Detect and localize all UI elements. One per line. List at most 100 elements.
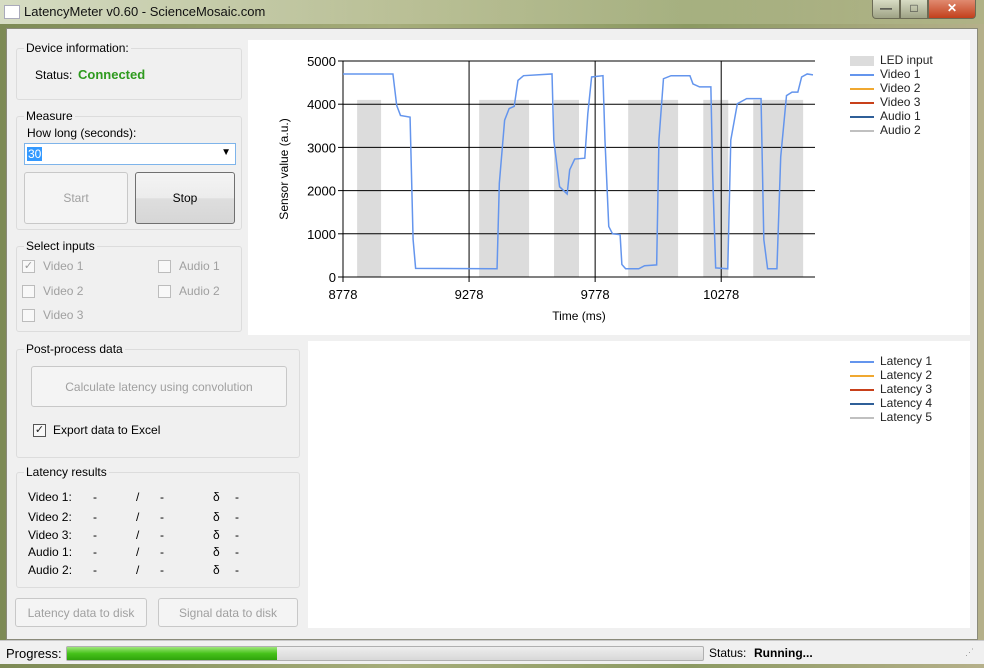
input-checkbox[interactable]	[22, 309, 35, 322]
progress-bar	[66, 646, 704, 661]
run-status-label: Status:	[709, 646, 747, 660]
input-checkbox-label: Audio 2	[179, 284, 220, 298]
result-value: -	[93, 510, 97, 524]
legend-swatch	[850, 360, 874, 363]
legend-swatch	[850, 115, 874, 118]
x-tick-label: 9778	[581, 287, 610, 302]
measure-label: Measure	[24, 109, 75, 123]
legend-swatch	[850, 101, 874, 104]
result-name: Video 2:	[28, 510, 72, 524]
export-excel-checkbox[interactable]: ✓	[33, 424, 46, 437]
result-value: -	[93, 563, 97, 577]
stop-button[interactable]: Stop	[135, 172, 235, 224]
latency-legend-item: Latency 5	[850, 410, 932, 424]
input-checkbox-label: Video 1	[43, 259, 84, 273]
status-label: Status:	[35, 68, 73, 82]
input-checkbox[interactable]	[22, 285, 35, 298]
legend-item: Video 1	[850, 67, 933, 81]
result-name: Video 3:	[28, 528, 72, 542]
legend-label: Video 1	[880, 67, 921, 81]
result-value-2: -	[160, 490, 164, 504]
legend-swatch	[850, 129, 874, 132]
legend-swatch	[850, 402, 874, 405]
led-input-bar	[628, 99, 679, 277]
result-delta-value: -	[235, 563, 239, 577]
result-delta-value: -	[235, 545, 239, 559]
result-slash: /	[136, 510, 140, 524]
latency-legend-item: Latency 1	[850, 354, 932, 368]
result-value: -	[93, 528, 97, 542]
duration-value: 30	[27, 147, 43, 161]
result-delta-value: -	[235, 510, 239, 524]
legend-label: Latency 2	[880, 368, 933, 382]
input-checkbox[interactable]	[158, 285, 171, 298]
led-input-bar	[357, 99, 382, 277]
y-tick-label: 4000	[307, 97, 336, 112]
result-delta-value: -	[235, 490, 239, 504]
result-value-2: -	[160, 563, 164, 577]
device-info-label: Device information:	[24, 41, 131, 55]
close-button[interactable]: ✕	[928, 0, 976, 19]
y-tick-label: 3000	[307, 140, 336, 155]
title-bar: LatencyMeter v0.60 - ScienceMosaic.com —…	[0, 0, 984, 24]
legend-label: Video 2	[880, 81, 921, 95]
window-title: LatencyMeter v0.60 - ScienceMosaic.com	[24, 4, 266, 19]
postprocess-label: Post-process data	[24, 342, 125, 356]
legend-swatch	[850, 416, 874, 419]
resize-grip[interactable]: ⋰	[965, 647, 974, 658]
result-delta: δ	[213, 545, 220, 559]
latency-legend-item: Latency 2	[850, 368, 932, 382]
latency-to-disk-button[interactable]: Latency data to disk	[15, 598, 147, 627]
maximize-button[interactable]: □	[900, 0, 928, 19]
signal-to-disk-button[interactable]: Signal data to disk	[158, 598, 298, 627]
progress-label: Progress:	[6, 646, 62, 661]
legend-swatch	[850, 73, 874, 76]
legend-item: Audio 2	[850, 123, 933, 137]
x-tick-label: 9278	[455, 287, 484, 302]
duration-combobox[interactable]: 30 ▼	[24, 143, 236, 165]
latency-legend-item: Latency 3	[850, 382, 932, 396]
legend-swatch	[850, 87, 874, 90]
start-button[interactable]: Start	[24, 172, 128, 224]
result-delta: δ	[213, 510, 220, 524]
legend-item: Video 3	[850, 95, 933, 109]
connection-status: Connected	[78, 67, 146, 82]
result-value: -	[93, 545, 97, 559]
status-bar: Progress: Status: Running... ⋰	[0, 640, 984, 664]
legend-item: LED input	[850, 53, 933, 67]
x-tick-label: 8778	[329, 287, 358, 302]
select-inputs-label: Select inputs	[24, 239, 97, 253]
result-name: Audio 1:	[28, 545, 73, 559]
result-value-2: -	[160, 528, 164, 542]
legend-label: Latency 3	[880, 382, 933, 396]
legend-swatch	[850, 388, 874, 391]
y-axis-label: Sensor value (a.u.)	[277, 118, 291, 219]
legend-label: Latency 5	[880, 410, 933, 424]
progress-fill	[67, 647, 277, 660]
calculate-latency-button[interactable]: Calculate latency using convolution	[31, 366, 287, 407]
y-tick-label: 5000	[307, 54, 336, 69]
result-delta: δ	[213, 490, 220, 504]
input-checkbox-label: Video 3	[43, 308, 84, 322]
duration-label: How long (seconds):	[27, 126, 137, 140]
minimize-button[interactable]: —	[872, 0, 900, 19]
legend-item: Video 2	[850, 81, 933, 95]
y-tick-label: 2000	[307, 184, 336, 199]
input-checkbox-label: Audio 1	[179, 259, 220, 273]
legend-label: LED input	[880, 53, 933, 67]
legend-label: Latency 1	[880, 354, 933, 368]
chevron-down-icon[interactable]: ▼	[221, 147, 231, 158]
x-tick-label: 10278	[703, 287, 739, 302]
led-input-bar	[554, 99, 579, 277]
app-icon	[4, 5, 20, 19]
result-value-2: -	[160, 510, 164, 524]
result-slash: /	[136, 563, 140, 577]
export-excel-label: Export data to Excel	[53, 423, 161, 437]
input-checkbox[interactable]: ✓	[22, 260, 35, 273]
input-checkbox-label: Video 2	[43, 284, 84, 298]
result-delta-value: -	[235, 528, 239, 542]
result-name: Audio 2:	[28, 563, 73, 577]
result-value-2: -	[160, 545, 164, 559]
input-checkbox[interactable]	[158, 260, 171, 273]
signal-chart-panel: 0 1000 2000 3000 4000 5000 8778 9278 9778 10278 Ti…	[248, 40, 970, 335]
